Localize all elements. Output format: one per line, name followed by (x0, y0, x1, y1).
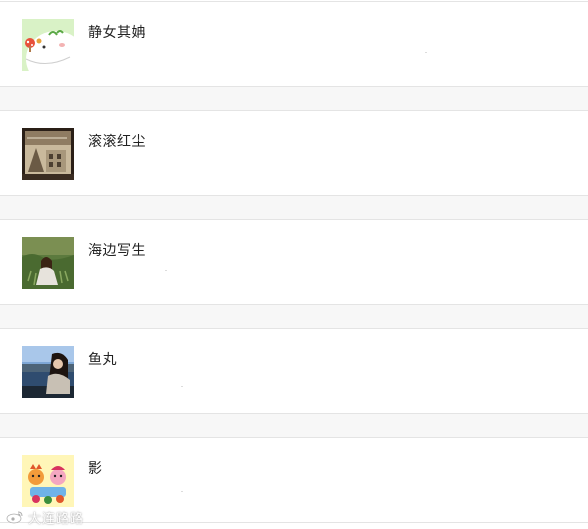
weibo-logo-icon (6, 511, 23, 524)
row-spacer (0, 305, 588, 328)
divider-dot (425, 52, 427, 53)
girl-by-lake-avatar-icon (22, 346, 74, 398)
list-item[interactable]: 海边写生 (0, 219, 588, 305)
contact-name: 海边写生 (88, 242, 146, 258)
cartoon-mushroom-avatar-icon (22, 19, 74, 71)
avatar[interactable] (22, 346, 74, 398)
cartoon-figures-avatar-icon (22, 455, 74, 507)
avatar[interactable] (22, 455, 74, 507)
divider-dot (181, 386, 183, 387)
list-item[interactable]: 鱼丸 (0, 328, 588, 414)
row-spacer (0, 87, 588, 110)
divider-dot (165, 270, 167, 271)
row-spacer (0, 414, 588, 437)
divider-dot (181, 491, 183, 492)
watermark: 大连路路 (6, 508, 84, 526)
contact-name: 滚滚红尘 (88, 133, 146, 149)
list-item[interactable]: 滚滚红尘 (0, 110, 588, 196)
person-in-grass-avatar-icon (22, 237, 74, 289)
avatar[interactable] (22, 19, 74, 71)
watermark-text: 大连路路 (28, 510, 85, 526)
list-item[interactable]: 影 (0, 437, 588, 523)
avatar[interactable] (22, 128, 74, 180)
contact-name: 鱼丸 (88, 351, 117, 367)
sketch-building-avatar-icon (22, 128, 74, 180)
list-item[interactable]: 静女其姌 (0, 1, 588, 87)
contact-name: 影 (88, 460, 103, 476)
contact-name: 静女其姌 (88, 24, 146, 40)
row-spacer (0, 196, 588, 219)
avatar[interactable] (22, 237, 74, 289)
